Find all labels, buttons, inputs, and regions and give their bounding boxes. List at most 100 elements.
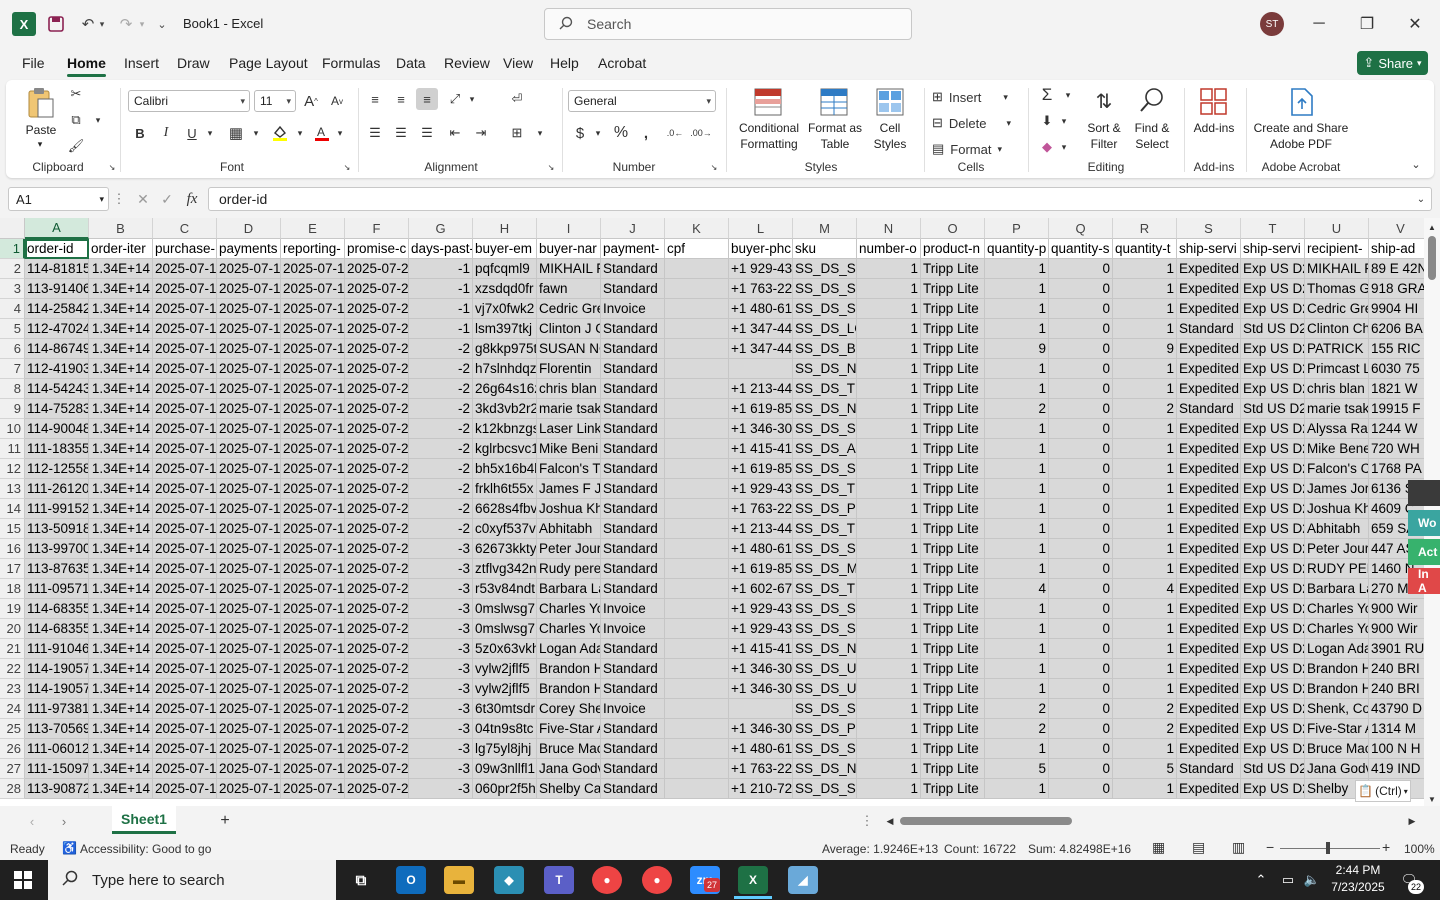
table-cell[interactable]: Standard: [601, 439, 665, 459]
table-cell[interactable]: Expedited: [1177, 779, 1241, 799]
row-header[interactable]: 10: [0, 419, 25, 439]
table-cell[interactable]: 0: [1049, 299, 1113, 319]
table-cell[interactable]: Exp US D2: [1241, 539, 1305, 559]
comma-style-icon[interactable]: ,: [638, 122, 654, 144]
insert-cells-button[interactable]: ⊞ Insert ▾: [932, 86, 1018, 108]
table-cell[interactable]: 2: [1113, 399, 1177, 419]
table-cell[interactable]: Shenk, Co: [1305, 699, 1369, 719]
header-cell[interactable]: quantity-p: [985, 239, 1049, 259]
table-cell[interactable]: SS_DS_TLI: [793, 479, 857, 499]
table-cell[interactable]: 1: [857, 639, 921, 659]
table-cell[interactable]: 1: [857, 719, 921, 739]
table-cell[interactable]: +1 415-41: [729, 639, 793, 659]
table-cell[interactable]: -3: [409, 759, 473, 779]
table-cell[interactable]: 1: [857, 359, 921, 379]
addins-label[interactable]: Add-ins: [1190, 120, 1238, 136]
next-sheet-icon[interactable]: ›: [56, 812, 72, 830]
table-cell[interactable]: Exp US D2: [1241, 379, 1305, 399]
table-cell[interactable]: Barbara La: [537, 579, 601, 599]
tab-view[interactable]: View: [503, 55, 533, 71]
table-cell[interactable]: 1.34E+14: [89, 499, 153, 519]
column-header[interactable]: G: [409, 218, 473, 239]
table-cell[interactable]: 1: [1113, 279, 1177, 299]
table-cell[interactable]: Falcon's C: [1305, 459, 1369, 479]
table-cell[interactable]: Expedited: [1177, 699, 1241, 719]
row-header[interactable]: 16: [0, 539, 25, 559]
table-cell[interactable]: 2025-07-1: [153, 519, 217, 539]
table-cell[interactable]: SS_DS_N2: [793, 759, 857, 779]
table-cell[interactable]: 1: [857, 299, 921, 319]
table-cell[interactable]: Cedric Gre: [1305, 299, 1369, 319]
table-cell[interactable]: 1: [985, 319, 1049, 339]
table-cell[interactable]: SS_DS_AP: [793, 439, 857, 459]
excel-taskbar-icon[interactable]: X: [738, 866, 768, 894]
table-cell[interactable]: lg75yl8jhj: [473, 739, 537, 759]
table-cell[interactable]: Standard: [601, 579, 665, 599]
table-cell[interactable]: 240 BRI: [1369, 679, 1424, 699]
table-cell[interactable]: 114-19057: [25, 659, 89, 679]
tab-acrobat[interactable]: Acrobat: [598, 55, 646, 71]
table-cell[interactable]: 2: [1113, 699, 1177, 719]
table-cell[interactable]: 2025-07-1: [281, 679, 345, 699]
table-cell[interactable]: Standard: [601, 559, 665, 579]
table-cell[interactable]: Tripp Lite: [921, 459, 985, 479]
table-cell[interactable]: 2025-07-1: [217, 719, 281, 739]
table-cell[interactable]: [729, 359, 793, 379]
column-header[interactable]: E: [281, 218, 345, 239]
table-cell[interactable]: Exp US D2: [1241, 519, 1305, 539]
table-cell[interactable]: Exp US D2: [1241, 299, 1305, 319]
table-cell[interactable]: 1.34E+14: [89, 319, 153, 339]
table-cell[interactable]: [665, 279, 729, 299]
table-cell[interactable]: 1: [985, 299, 1049, 319]
table-cell[interactable]: 2025-07-2: [345, 739, 409, 759]
decrease-indent-icon[interactable]: ⇤: [444, 122, 466, 144]
row-header[interactable]: 21: [0, 639, 25, 659]
table-cell[interactable]: 2025-07-1: [281, 359, 345, 379]
teams-icon[interactable]: T: [544, 866, 574, 894]
table-cell[interactable]: c0xyf537v: [473, 519, 537, 539]
table-cell[interactable]: SS_DS_SP: [793, 779, 857, 799]
table-cell[interactable]: 2025-07-1: [281, 759, 345, 779]
table-cell[interactable]: Charles Yo: [537, 599, 601, 619]
table-cell[interactable]: 0: [1049, 259, 1113, 279]
table-cell[interactable]: 2025-07-2: [345, 279, 409, 299]
add-sheet-icon[interactable]: +: [216, 811, 234, 831]
table-cell[interactable]: -2: [409, 439, 473, 459]
table-cell[interactable]: Standard: [601, 359, 665, 379]
table-cell[interactable]: Shelby Ca: [537, 779, 601, 799]
merge-dropdown-icon[interactable]: ▾: [534, 122, 546, 144]
table-cell[interactable]: 1: [1113, 559, 1177, 579]
decrease-font-icon[interactable]: Av: [326, 90, 348, 112]
table-cell[interactable]: -2: [409, 459, 473, 479]
table-cell[interactable]: 1.34E+14: [89, 399, 153, 419]
table-cell[interactable]: 1: [985, 679, 1049, 699]
table-cell[interactable]: 1.34E+14: [89, 659, 153, 679]
table-cell[interactable]: Expedited: [1177, 479, 1241, 499]
taskbar-clock[interactable]: 2:44 PM 7/23/2025: [1330, 862, 1386, 896]
table-cell[interactable]: 2025-07-2: [345, 539, 409, 559]
table-cell[interactable]: 1.34E+14: [89, 459, 153, 479]
table-cell[interactable]: Expedited: [1177, 579, 1241, 599]
table-cell[interactable]: 2025-07-1: [217, 359, 281, 379]
table-cell[interactable]: Primcast L: [1305, 359, 1369, 379]
table-cell[interactable]: 2025-07-2: [345, 319, 409, 339]
table-cell[interactable]: 2025-07-1: [281, 639, 345, 659]
expand-formula-icon[interactable]: ⌄: [1414, 190, 1428, 208]
table-cell[interactable]: 111-26120: [25, 479, 89, 499]
table-cell[interactable]: Standard: [601, 259, 665, 279]
table-cell[interactable]: +1 346-30: [729, 419, 793, 439]
table-cell[interactable]: +1 347-44: [729, 319, 793, 339]
search-box[interactable]: Search: [544, 8, 912, 40]
table-cell[interactable]: 1: [1113, 779, 1177, 799]
share-button[interactable]: ⇪ Share ▾: [1357, 51, 1428, 75]
column-header[interactable]: I: [537, 218, 601, 239]
table-cell[interactable]: [665, 659, 729, 679]
table-cell[interactable]: 2025-07-1: [153, 299, 217, 319]
table-cell[interactable]: Standard: [601, 339, 665, 359]
table-cell[interactable]: 2025-07-2: [345, 679, 409, 699]
table-cell[interactable]: 2025-07-2: [345, 379, 409, 399]
table-cell[interactable]: 2025-07-1: [153, 619, 217, 639]
table-cell[interactable]: 1: [985, 659, 1049, 679]
table-cell[interactable]: Peter Jour: [537, 539, 601, 559]
column-header[interactable]: P: [985, 218, 1049, 239]
